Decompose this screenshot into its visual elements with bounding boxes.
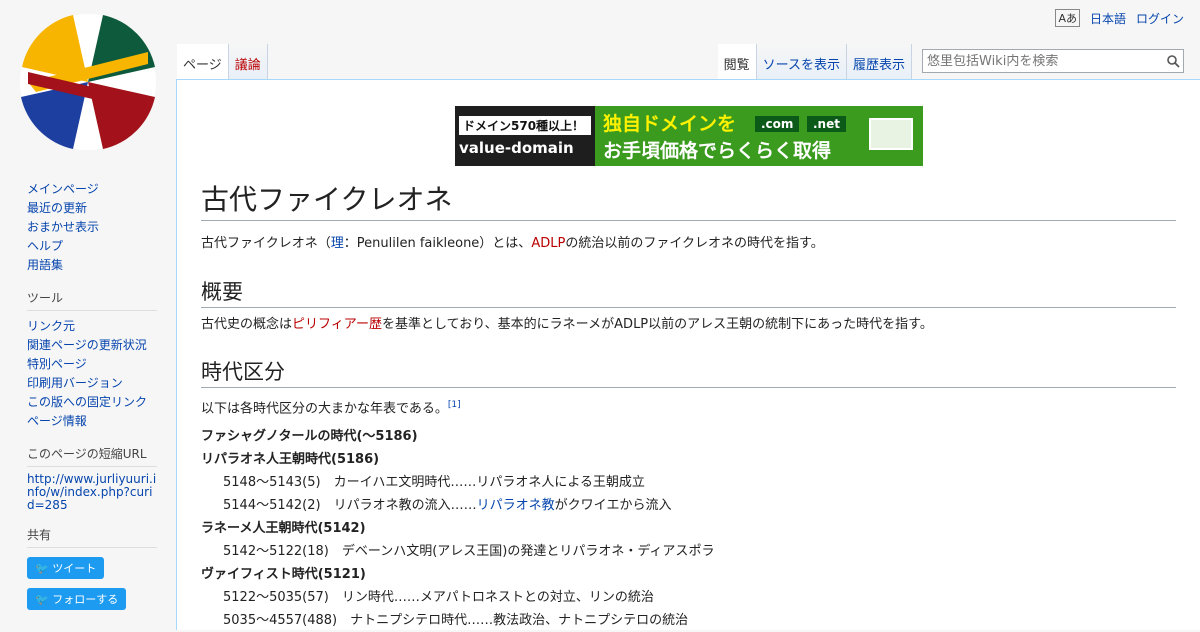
banner-dom-net: .net <box>807 116 846 132</box>
shorturl-portal: このページの短縮URL http://www.jurliyuuri.info/w… <box>27 445 176 512</box>
era-title: リパラオネ人王朝時代(5186) <box>201 452 380 468</box>
article-body: 古代ファイクレオネ（理：Penulilen faikleone）とは、ADLPの… <box>201 234 1176 632</box>
era-row: 5148～5143(5) カーイハエ文明時代……リパラオネ人による王朝成立 <box>223 475 645 491</box>
twitter-bird-icon: 🐦 <box>35 593 53 606</box>
view-tabs: 閲覧 ソースを表示 履歴表示 <box>717 44 912 79</box>
tweet-label: ツイート <box>52 562 97 575</box>
era-row: 5142～5122(18) デベーンハ文明(アレス王国)の発達とリパラオネ・ディ… <box>223 544 715 560</box>
sidebar: メインページ 最近の更新 おまかせ表示 ヘルプ 用語集 ツール リンク元 関連ペ… <box>0 180 176 616</box>
intro-text-3: の統治以前のファイクレオネの時代を指す。 <box>565 236 824 251</box>
content-area: ドメイン570種以上！ value-domain 独自ドメインを お手頃価格でら… <box>176 79 1200 630</box>
site-logo[interactable] <box>18 12 158 152</box>
liparaone-religion-link[interactable]: リパラオネ教 <box>477 498 555 513</box>
era-row-text: がクワイエから流入 <box>554 498 672 514</box>
search-box <box>922 49 1184 73</box>
sidebar-item-special-pages[interactable]: 特別ページ <box>27 355 176 374</box>
adlp-link[interactable]: ADLP <box>531 236 565 251</box>
tab-view-source[interactable]: ソースを表示 <box>756 44 847 79</box>
era-row: 5122～5035(57) リン時代……メアパトロネストとの対立、リンの統治 <box>223 590 654 606</box>
language-link[interactable]: 日本語 <box>1090 10 1126 27</box>
tweet-button[interactable]: 🐦 ツイート <box>27 557 105 579</box>
follow-button[interactable]: 🐦 フォローする <box>27 588 127 610</box>
reference-1[interactable]: [1] <box>448 400 461 410</box>
navigation-portal: メインページ 最近の更新 おまかせ表示 ヘルプ 用語集 <box>27 180 176 275</box>
tab-read[interactable]: 閲覧 <box>717 44 757 79</box>
era-title: ファシャグノタールの時代(～5186) <box>201 429 418 445</box>
follow-label: フォローする <box>52 593 119 606</box>
share-heading: 共有 <box>27 526 157 548</box>
eras-intro-text: 以下は各時代区分の大まかな年表である。 <box>201 401 448 417</box>
sidebar-item-related-changes[interactable]: 関連ページの更新状況 <box>27 336 176 355</box>
overview-paragraph: 古代史の概念はピリフィアー歴を基準としており、基本的にラネーメがADLP以前のア… <box>201 315 1176 335</box>
lang-link[interactable]: 理 <box>331 236 344 251</box>
monitor-icon <box>869 118 913 150</box>
sidebar-item-printable[interactable]: 印刷用バージョン <box>27 374 176 393</box>
share-portal: 共有 🐦 ツイート 🐦 フォローする <box>27 526 176 616</box>
sidebar-item-recent-changes[interactable]: 最近の更新 <box>27 199 176 218</box>
tab-page[interactable]: ページ <box>177 44 229 79</box>
era-title: ラネーメ人王朝時代(5142) <box>201 521 366 537</box>
sidebar-item-page-info[interactable]: ページ情報 <box>27 412 176 431</box>
short-url-link[interactable]: http://www.jurliyuuri.info/w/index.php?c… <box>27 473 159 512</box>
language-icon[interactable]: Aあ <box>1055 9 1080 27</box>
sidebar-item-whatlinkshere[interactable]: リンク元 <box>27 317 176 336</box>
banner-tag: ドメイン570種以上！ <box>459 115 591 135</box>
login-link[interactable]: ログイン <box>1136 10 1184 27</box>
eras-intro: 以下は各時代区分の大まかな年表である。[1] <box>201 395 1176 419</box>
tools-portal: ツール リンク元 関連ページの更新状況 特別ページ 印刷用バージョン この版への… <box>27 289 176 431</box>
intro-text-1: 古代ファイクレオネ（ <box>201 236 331 251</box>
banner-brand: value-domain <box>459 138 574 157</box>
heading-eras: 時代区分 <box>201 356 1176 388</box>
overview-text-2: を基準としており、基本的にラネーメがADLP以前のアレス王朝の統制下にあった時代… <box>381 317 933 332</box>
search-input[interactable] <box>923 53 1163 69</box>
tab-history[interactable]: 履歴表示 <box>846 44 912 79</box>
ad-banner[interactable]: ドメイン570種以上！ value-domain 独自ドメインを お手頃価格でら… <box>455 106 923 166</box>
tools-heading: ツール <box>27 289 157 311</box>
sidebar-item-main-page[interactable]: メインページ <box>27 180 176 199</box>
sidebar-item-random[interactable]: おまかせ表示 <box>27 218 176 237</box>
intro-text-2: ：Penulilen faikleone）とは、 <box>343 236 532 251</box>
intro-paragraph: 古代ファイクレオネ（理：Penulilen faikleone）とは、ADLPの… <box>201 234 1176 254</box>
sidebar-item-permalink[interactable]: この版への固定リンク <box>27 393 176 412</box>
heading-overview: 概要 <box>201 276 1176 308</box>
sidebar-item-help[interactable]: ヘルプ <box>27 237 176 256</box>
namespace-tabs: ページ 議論 <box>177 44 268 79</box>
page-title: 古代ファイクレオネ <box>201 178 1176 221</box>
overview-text-1: 古代史の概念は <box>201 317 293 332</box>
era-list: ファシャグノタールの時代(～5186) リパラオネ人王朝時代(5186) 514… <box>201 425 1176 632</box>
era-row: 5144～5142(2) リパラオネ教の流入……リパラオネ教がクワイエから流入 <box>201 494 1176 517</box>
banner-left: ドメイン570種以上！ value-domain <box>455 106 595 166</box>
era-row-text: 5144～5142(2) リパラオネ教の流入…… <box>223 498 477 514</box>
era-row: 5035～4557(488) ナトニプシテロ時代……教法政治、ナトニプシテロの統… <box>223 613 689 629</box>
banner-dom-com: .com <box>755 116 800 132</box>
pilifia-calendar-link[interactable]: ピリフィアー歴 <box>292 317 382 332</box>
era-title: ヴァイフィスト時代(5121) <box>201 567 366 583</box>
shorturl-heading: このページの短縮URL <box>27 445 157 467</box>
personal-tools: Aあ 日本語 ログイン <box>1055 9 1184 27</box>
tab-talk[interactable]: 議論 <box>228 44 268 79</box>
twitter-bird-icon: 🐦 <box>35 562 53 575</box>
sidebar-item-glossary[interactable]: 用語集 <box>27 256 176 275</box>
search-icon[interactable] <box>1163 51 1183 71</box>
